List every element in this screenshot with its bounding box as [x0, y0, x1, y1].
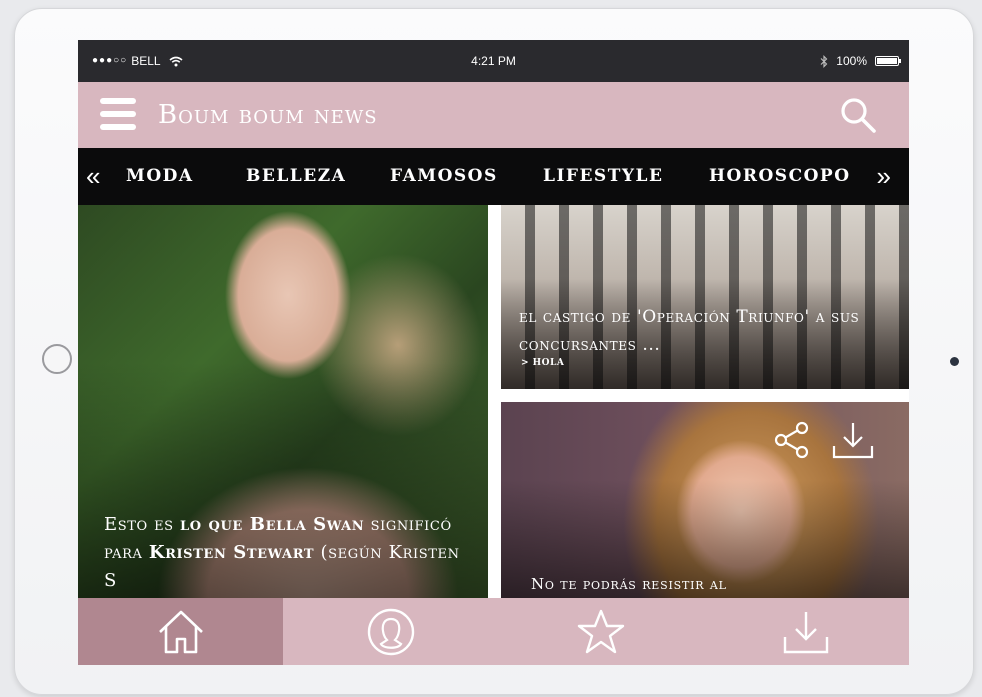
category-item-lifestyle[interactable]: LIFESTYLE: [543, 148, 663, 205]
article-card-operacion-triunfo[interactable]: el castigo de 'Operación Triunfo' a sus …: [501, 205, 909, 389]
battery-icon: [875, 56, 901, 66]
category-item-moda[interactable]: MODA: [126, 148, 194, 205]
hamburger-icon[interactable]: [100, 98, 136, 130]
category-prev-arrow-icon[interactable]: «: [86, 148, 100, 205]
screen: ●●●○○ BELL 4:21 PM 100% Boum boum news «…: [78, 40, 909, 665]
battery-percent: 100%: [836, 54, 867, 68]
featured-article-card[interactable]: Esto es lo que Bella Swan significó para…: [78, 205, 488, 598]
camera-lens: [950, 357, 959, 366]
brand-title: Boum boum news: [158, 100, 378, 130]
profile-icon: [367, 608, 414, 655]
article-card-beauty[interactable]: No te podrás resistir al: [501, 402, 909, 598]
bottom-tab-bar: [78, 598, 909, 665]
star-icon: [577, 609, 624, 653]
home-icon: [158, 610, 203, 653]
app-header: Boum boum news: [78, 82, 909, 148]
category-nav: « MODA BELLEZA FAMOSOS LIFESTYLE HOROSCO…: [78, 148, 909, 205]
featured-title-part: Kristen Stewart: [148, 542, 315, 563]
search-icon[interactable]: [839, 96, 877, 134]
article-grid: Esto es lo que Bella Swan significó para…: [78, 205, 909, 598]
featured-title-part: Esto es: [104, 514, 181, 535]
category-item-belleza[interactable]: BELLEZA: [246, 148, 346, 205]
status-bar: ●●●○○ BELL 4:21 PM 100%: [78, 40, 909, 82]
category-next-arrow-icon[interactable]: »: [877, 148, 891, 205]
tab-favorites[interactable]: [498, 598, 703, 665]
tab-downloads[interactable]: [703, 598, 909, 665]
hardware-home-button[interactable]: [42, 344, 72, 374]
share-icon[interactable]: [772, 420, 812, 460]
article-title[interactable]: No te podrás resistir al: [531, 575, 891, 593]
download-icon[interactable]: [831, 420, 875, 460]
article-source[interactable]: > HOLA: [521, 358, 564, 368]
download-icon: [783, 611, 829, 653]
featured-article-title[interactable]: Esto es lo que Bella Swan significó para…: [104, 511, 474, 595]
bluetooth-icon: [820, 54, 828, 68]
tab-profile[interactable]: [283, 598, 498, 665]
article-title[interactable]: el castigo de 'Operación Triunfo' a sus …: [519, 303, 904, 359]
category-item-famosos[interactable]: FAMOSOS: [390, 148, 498, 205]
status-time: 4:21 PM: [471, 54, 516, 68]
featured-title-part: lo que Bella Swan: [180, 514, 365, 535]
category-item-horoscopo[interactable]: HOROSCOPO: [709, 148, 851, 205]
tab-home[interactable]: [78, 598, 283, 665]
